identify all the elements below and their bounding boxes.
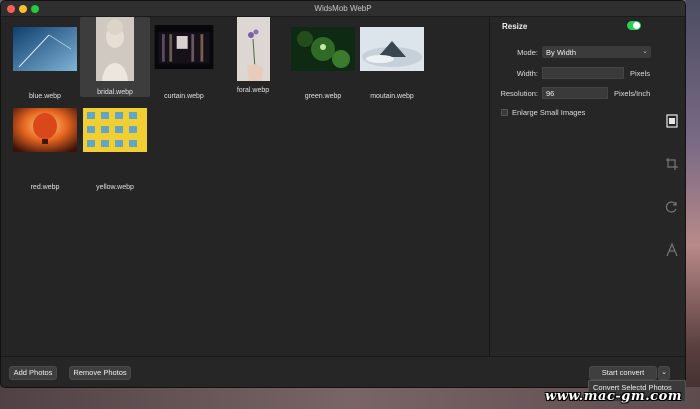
main-content: blue.webp bridal.webp curtain.webp foral… bbox=[1, 17, 685, 356]
photo-thumbnail-foral bbox=[237, 17, 270, 81]
photo-item-foral[interactable]: foral.webp bbox=[218, 17, 288, 99]
enlarge-label: Enlarge Small Images bbox=[512, 108, 586, 117]
photo-item-red[interactable]: red.webp bbox=[10, 104, 80, 191]
enlarge-checkbox[interactable] bbox=[501, 109, 508, 116]
photo-thumbnail-yellow bbox=[83, 108, 147, 152]
photo-thumbnail-bridal bbox=[96, 17, 134, 81]
close-button[interactable] bbox=[7, 5, 15, 13]
tool-strip bbox=[656, 17, 685, 356]
photo-thumbnail-moutain bbox=[360, 27, 424, 71]
resize-tool-icon[interactable] bbox=[665, 114, 679, 128]
text-watermark-tool-icon[interactable] bbox=[665, 242, 679, 257]
photo-item-green[interactable]: green.webp bbox=[288, 23, 358, 105]
resolution-unit: Pixels/Inch bbox=[614, 89, 651, 98]
window-controls bbox=[7, 5, 39, 13]
photo-item-blue[interactable]: blue.webp bbox=[10, 23, 80, 105]
bottom-toolbar: Add Photos Remove Photos Start convert ⌄ bbox=[1, 356, 685, 387]
photo-thumbnail-blue bbox=[13, 27, 77, 71]
photo-thumbnail-curtain bbox=[154, 25, 214, 69]
photo-item-yellow[interactable]: yellow.webp bbox=[80, 104, 150, 191]
photo-name: curtain.webp bbox=[164, 93, 204, 100]
resize-title: Resize bbox=[502, 22, 528, 31]
width-label: Width: bbox=[516, 69, 538, 78]
photo-name: moutain.webp bbox=[370, 93, 414, 100]
photo-thumbnail-red bbox=[13, 108, 77, 152]
photo-item-curtain[interactable]: curtain.webp bbox=[149, 23, 219, 105]
photo-item-bridal[interactable]: bridal.webp bbox=[80, 17, 150, 97]
photo-thumbnail-green bbox=[291, 27, 355, 71]
photo-gallery: blue.webp bridal.webp curtain.webp foral… bbox=[1, 17, 489, 356]
remove-photos-button[interactable]: Remove Photos bbox=[69, 366, 131, 380]
photo-name: bridal.webp bbox=[97, 89, 133, 96]
start-convert-button[interactable]: Start convert bbox=[589, 366, 657, 380]
crop-tool-icon[interactable] bbox=[665, 157, 679, 171]
photo-name: yellow.webp bbox=[96, 184, 134, 191]
chevron-down-icon: ⌄ bbox=[642, 48, 648, 55]
photo-name: foral.webp bbox=[236, 87, 270, 94]
mode-select[interactable]: By Width ⌄ bbox=[542, 46, 651, 58]
watermark-text: www.mac-gm.com bbox=[545, 389, 682, 404]
photo-name: red.webp bbox=[30, 184, 60, 191]
settings-panel: Resize Mode: By Width ⌄ Width: Pixels Re… bbox=[489, 17, 685, 356]
zoom-button[interactable] bbox=[31, 5, 39, 13]
width-unit: Pixels bbox=[630, 69, 651, 78]
rotate-tool-icon[interactable] bbox=[665, 200, 679, 214]
mode-label: Mode: bbox=[517, 48, 538, 57]
minimize-button[interactable] bbox=[19, 5, 27, 13]
convert-options-chevron-icon[interactable]: ⌄ bbox=[658, 366, 670, 380]
resolution-input[interactable]: 96 bbox=[542, 87, 608, 99]
app-window: WidsMob WebP blue.webp bridal.webp curta… bbox=[0, 0, 686, 388]
window-title: WidsMob WebP bbox=[314, 4, 372, 13]
mode-value: By Width bbox=[546, 48, 577, 57]
photo-item-moutain[interactable]: moutain.webp bbox=[357, 23, 427, 105]
title-bar: WidsMob WebP bbox=[1, 1, 685, 17]
add-photos-button[interactable]: Add Photos bbox=[9, 366, 57, 380]
resize-toggle[interactable] bbox=[627, 21, 641, 30]
resolution-label: Resolution: bbox=[500, 89, 538, 98]
desktop-background bbox=[686, 0, 700, 409]
photo-name: blue.webp bbox=[29, 93, 61, 100]
resize-settings: Resize Mode: By Width ⌄ Width: Pixels Re… bbox=[490, 17, 656, 356]
width-input[interactable] bbox=[542, 67, 624, 79]
photo-name: green.webp bbox=[304, 93, 342, 100]
